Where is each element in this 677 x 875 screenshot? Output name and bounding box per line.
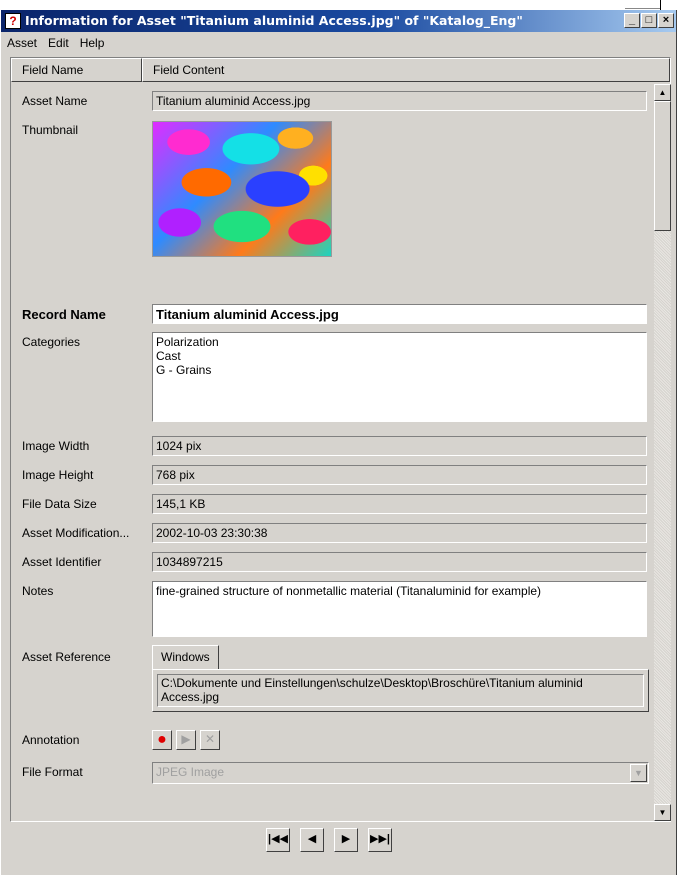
annotation-label: Annotation bbox=[22, 733, 80, 747]
asset-identifier-field: 1034897215 bbox=[152, 552, 647, 572]
asset-reference-label: Asset Reference bbox=[22, 650, 111, 664]
categories-label: Categories bbox=[22, 335, 81, 349]
asset-modification-field: 2002-10-03 23:30:38 bbox=[152, 523, 647, 543]
category-item: Cast bbox=[156, 349, 181, 363]
play-icon[interactable]: ▶ bbox=[176, 730, 196, 750]
thumbnail-image[interactable] bbox=[152, 121, 332, 257]
asset-name-field: Titanium aluminid Access.jpg bbox=[152, 91, 647, 111]
chevron-down-icon[interactable]: ▼ bbox=[630, 764, 647, 782]
menu-asset[interactable]: Asset bbox=[7, 36, 37, 50]
grid-header: Field Name Field Content bbox=[11, 58, 670, 82]
image-height-field: 768 pix bbox=[152, 465, 647, 485]
record-navigation: |◀◀ ◀ ▶ ▶▶| bbox=[266, 828, 392, 852]
grid-content: Asset Name Titanium aluminid Access.jpg … bbox=[11, 84, 654, 821]
image-width-label: Image Width bbox=[22, 439, 90, 453]
image-height-label: Image Height bbox=[22, 468, 94, 482]
scroll-down-icon[interactable]: ▼ bbox=[654, 804, 671, 821]
file-data-size-label: File Data Size bbox=[22, 497, 97, 511]
menu-bar: Asset Edit Help bbox=[1, 33, 676, 53]
tab-windows[interactable]: Windows bbox=[152, 645, 219, 670]
thumbnail-label: Thumbnail bbox=[22, 123, 79, 137]
menu-edit[interactable]: Edit bbox=[48, 36, 69, 50]
next-record-icon[interactable]: ▶ bbox=[334, 828, 358, 852]
vertical-scrollbar[interactable]: ▲ ▼ bbox=[654, 84, 671, 821]
scrollbar-thumb[interactable] bbox=[654, 101, 671, 231]
maximize-button[interactable]: □ bbox=[641, 13, 657, 28]
image-width-field: 1024 pix bbox=[152, 436, 647, 456]
red-dot-icon[interactable]: ● bbox=[152, 730, 172, 750]
file-format-value: JPEG Image bbox=[156, 765, 225, 779]
last-record-icon[interactable]: ▶▶| bbox=[368, 828, 392, 852]
annotation-buttons: ● ▶ ✕ bbox=[152, 730, 220, 750]
close-button[interactable]: × bbox=[658, 13, 674, 28]
field-grid: Field Name Field Content Asset Name Tita… bbox=[10, 57, 671, 822]
column-header-field-name[interactable]: Field Name bbox=[11, 58, 142, 82]
file-format-select[interactable]: JPEG Image ▼ bbox=[152, 762, 649, 784]
asset-reference-box: C:\Dokumente und Einstellungen\schulze\D… bbox=[152, 669, 649, 712]
record-name-input[interactable]: Titanium aluminid Access.jpg bbox=[152, 304, 647, 324]
x-box-icon[interactable]: ✕ bbox=[200, 730, 220, 750]
asset-modification-label: Asset Modification... bbox=[22, 526, 130, 540]
asset-reference-path: C:\Dokumente und Einstellungen\schulze\D… bbox=[157, 674, 644, 707]
minimize-button[interactable]: _ bbox=[624, 13, 640, 28]
title-bar[interactable]: ? Information for Asset "Titanium alumin… bbox=[1, 10, 676, 32]
category-item: G - Grains bbox=[156, 363, 212, 377]
file-data-size-field: 145,1 KB bbox=[152, 494, 647, 514]
file-format-label: File Format bbox=[22, 765, 83, 779]
notes-label: Notes bbox=[22, 584, 54, 598]
category-item: Polarization bbox=[156, 335, 219, 349]
scroll-up-icon[interactable]: ▲ bbox=[654, 84, 671, 101]
notes-textarea[interactable]: fine-grained structure of nonmetallic ma… bbox=[152, 581, 647, 637]
categories-list[interactable]: Polarization Cast G - Grains bbox=[152, 332, 647, 422]
first-record-icon[interactable]: |◀◀ bbox=[266, 828, 290, 852]
decorative-line bbox=[625, 8, 661, 9]
window-title: Information for Asset "Titanium aluminid… bbox=[25, 13, 523, 28]
asset-name-label: Asset Name bbox=[22, 94, 88, 108]
prev-record-icon[interactable]: ◀ bbox=[300, 828, 324, 852]
column-header-field-content[interactable]: Field Content bbox=[142, 58, 670, 82]
asset-identifier-label: Asset Identifier bbox=[22, 555, 102, 569]
menu-help[interactable]: Help bbox=[80, 36, 105, 50]
record-name-label: Record Name bbox=[22, 307, 106, 322]
asset-info-window: ? Information for Asset "Titanium alumin… bbox=[0, 10, 677, 875]
catalog-app-icon[interactable]: ? bbox=[5, 13, 21, 29]
